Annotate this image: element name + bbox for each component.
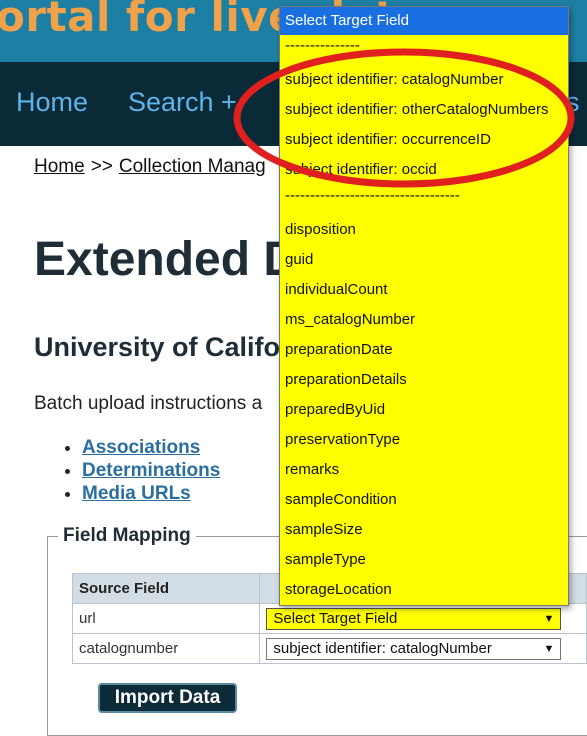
- table-row: url Select Target Field ▼: [71, 603, 587, 634]
- target-field-cell: subject identifier: catalogNumber ▼: [259, 633, 587, 664]
- table-row: catalognumber subject identifier: catalo…: [71, 633, 587, 664]
- dropdown-option[interactable]: storageLocation: [280, 575, 568, 605]
- dropdown-option[interactable]: preparationDate: [280, 335, 568, 365]
- nav-home-link[interactable]: Home: [16, 87, 88, 118]
- breadcrumb-collection-link[interactable]: Collection Manag: [119, 156, 266, 177]
- breadcrumb-home-link[interactable]: Home: [34, 156, 85, 177]
- media-urls-link[interactable]: Media URLs: [82, 483, 191, 504]
- list-item: Associations: [82, 436, 220, 459]
- target-field-dropdown-list: Select Target Field --------------- subj…: [279, 6, 569, 606]
- breadcrumb: Home >> Collection Manag: [34, 156, 266, 178]
- dropdown-option[interactable]: guid: [280, 245, 568, 275]
- field-mapping-legend: Field Mapping: [58, 525, 196, 547]
- dropdown-option[interactable]: sampleSize: [280, 515, 568, 545]
- target-field-select[interactable]: Select Target Field ▼: [266, 607, 562, 630]
- collection-subtitle: University of Califo: [34, 332, 281, 362]
- chevron-down-icon: ▼: [543, 642, 555, 655]
- dropdown-option[interactable]: sampleType: [280, 545, 568, 575]
- target-field-select[interactable]: subject identifier: catalogNumber ▼: [266, 637, 562, 660]
- import-data-button[interactable]: Import Data: [98, 683, 237, 713]
- select-value: Select Target Field: [273, 609, 398, 627]
- determinations-link[interactable]: Determinations: [82, 460, 220, 481]
- list-item: Media URLs: [82, 482, 220, 505]
- source-field-header: Source Field: [71, 573, 261, 604]
- dropdown-option[interactable]: remarks: [280, 455, 568, 485]
- dropdown-separator: -----------------------------------: [285, 187, 460, 204]
- dropdown-option[interactable]: individualCount: [280, 275, 568, 305]
- page-title: Extended D: [34, 233, 299, 286]
- dropdown-option[interactable]: preparedByUid: [280, 395, 568, 425]
- source-field-cell: catalognumber: [71, 633, 261, 664]
- instruction-links: Associations Determinations Media URLs: [62, 436, 220, 505]
- dropdown-option[interactable]: preservationType: [280, 425, 568, 455]
- target-field-cell: Select Target Field ▼: [259, 603, 587, 634]
- select-value: subject identifier: catalogNumber: [273, 639, 492, 657]
- dropdown-option[interactable]: preparationDetails: [280, 365, 568, 395]
- dropdown-option-selected[interactable]: Select Target Field: [280, 7, 568, 35]
- dropdown-option[interactable]: sampleCondition: [280, 485, 568, 515]
- dropdown-option[interactable]: subject identifier: occurrenceID: [280, 125, 568, 155]
- associations-link[interactable]: Associations: [82, 437, 200, 458]
- list-item: Determinations: [82, 459, 220, 482]
- dropdown-option[interactable]: subject identifier: catalogNumber: [280, 65, 568, 95]
- chevron-down-icon: ▼: [543, 612, 555, 625]
- dropdown-option[interactable]: subject identifier: occid: [280, 155, 568, 185]
- breadcrumb-separator: >>: [90, 156, 113, 177]
- nav-search-menu[interactable]: Search +: [128, 87, 237, 118]
- dropdown-option[interactable]: ms_catalogNumber: [280, 305, 568, 335]
- dropdown-option[interactable]: disposition: [280, 215, 568, 245]
- dropdown-option[interactable]: subject identifier: otherCatalogNumbers: [280, 95, 568, 125]
- source-field-cell: url: [71, 603, 261, 634]
- dropdown-separator: ---------------: [285, 37, 360, 54]
- instructions-text: Batch upload instructions a: [34, 393, 263, 414]
